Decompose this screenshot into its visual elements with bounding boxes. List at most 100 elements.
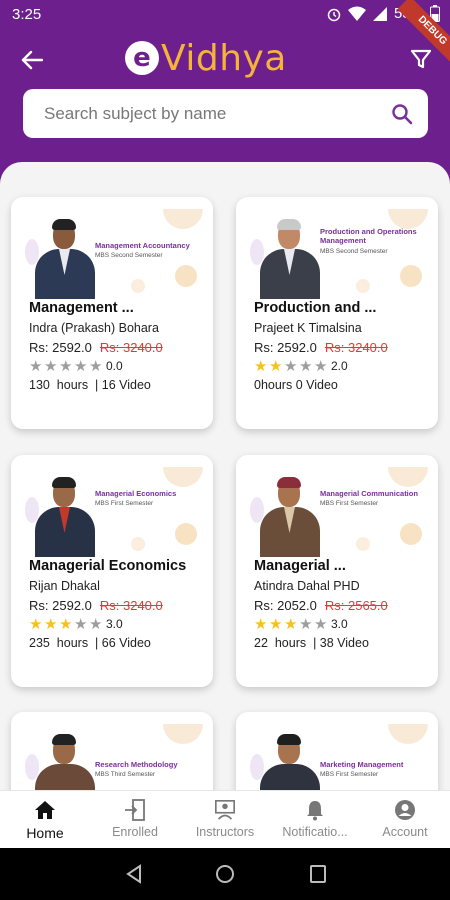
course-title: Managerial Economics <box>29 558 187 574</box>
course-list[interactable]: Management Accountancy MBS Second Semeste… <box>0 162 450 790</box>
bell-icon <box>304 799 326 821</box>
star-icon: ★ <box>284 615 298 633</box>
search-icon[interactable] <box>390 102 414 126</box>
rating-value: 3.0 <box>106 617 123 631</box>
rating-value: 2.0 <box>331 359 348 373</box>
course-duration: 22 hours | 38 Video <box>254 636 369 650</box>
course-duration: 0hours 0 Video <box>254 378 338 392</box>
instructor-photo <box>258 734 322 790</box>
back-button[interactable] <box>16 44 48 76</box>
star-icon: ★ <box>44 615 58 633</box>
back-triangle-icon[interactable] <box>124 864 144 884</box>
star-icon: ★ <box>74 615 88 633</box>
instructor-photo <box>33 477 97 557</box>
banner-title: Marketing Management <box>320 760 404 769</box>
star-icon: ★ <box>254 357 268 375</box>
current-price: Rs: 2592.0 <box>254 340 317 355</box>
course-banner: Managerial Economics MBS First Semester <box>21 467 203 557</box>
star-icon: ★ <box>269 615 283 633</box>
star-icon: ★ <box>29 357 43 375</box>
star-icon: ★ <box>74 357 88 375</box>
course-price: Rs: 2592.0 Rs: 3240.0 <box>29 598 163 613</box>
original-price: Rs: 3240.0 <box>99 598 163 613</box>
course-title: Management ... <box>29 300 134 316</box>
current-price: Rs: 2592.0 <box>29 340 92 355</box>
nav-instructors[interactable]: Instructors <box>180 791 270 848</box>
bottom-navigation: Home Enrolled Instructors Notificatio...… <box>0 790 450 848</box>
star-icon: ★ <box>254 615 268 633</box>
star-icon: ★ <box>29 615 43 633</box>
star-icon: ★ <box>284 357 298 375</box>
original-price: Rs: 2565.0 <box>324 598 388 613</box>
banner-subtitle: MBS Third Semester <box>95 771 156 779</box>
banner-subtitle: MBS Second Semester <box>95 252 163 260</box>
course-title: Production and ... <box>254 300 377 316</box>
nav-label: Home <box>26 825 64 841</box>
instructor-photo <box>33 734 97 790</box>
star-icon: ★ <box>44 357 58 375</box>
nav-label: Notificatio... <box>282 825 348 839</box>
banner-title: Management Accountancy <box>95 241 190 250</box>
course-rating: ★ ★ ★ ★ ★ 2.0 <box>254 358 348 374</box>
nav-label: Instructors <box>195 825 255 839</box>
signal-icon <box>372 6 387 21</box>
recents-square-icon[interactable] <box>309 864 327 884</box>
course-banner: Research Methodology MBS Third Semester <box>21 724 203 790</box>
search-bar <box>23 89 428 138</box>
nav-account[interactable]: Account <box>360 791 450 848</box>
nav-enrolled[interactable]: Enrolled <box>90 791 180 848</box>
star-icon: ★ <box>299 357 313 375</box>
filter-button[interactable] <box>406 44 436 74</box>
star-icon: ★ <box>89 615 103 633</box>
course-card[interactable]: Research Methodology MBS Third Semester <box>11 712 213 790</box>
course-price: Rs: 2052.0 Rs: 2565.0 <box>254 598 388 613</box>
instructor-photo <box>258 477 322 557</box>
app-header: e Vidhya DEBUG <box>0 0 450 90</box>
course-title: Managerial ... <box>254 558 346 574</box>
nav-notifications[interactable]: Notificatio... <box>270 791 360 848</box>
course-card[interactable]: Marketing Management MBS First Semester <box>236 712 438 790</box>
logo-word: Vidhya <box>161 37 287 79</box>
course-instructor: Prajeet K Timalsina <box>254 321 362 335</box>
account-icon <box>394 799 416 821</box>
course-banner: Management Accountancy MBS Second Semeste… <box>21 209 203 299</box>
banner-subtitle: MBS First Semester <box>320 771 379 779</box>
course-instructor: Rijan Dhakal <box>29 579 100 593</box>
status-time: 3:25 <box>12 6 42 23</box>
search-input[interactable] <box>44 103 390 124</box>
arrow-left-icon <box>21 50 43 70</box>
star-icon: ★ <box>314 357 328 375</box>
course-price: Rs: 2592.0 Rs: 3240.0 <box>254 340 388 355</box>
course-card[interactable]: Management Accountancy MBS Second Semeste… <box>11 197 213 429</box>
nav-home[interactable]: Home <box>0 791 90 848</box>
rating-value: 3.0 <box>331 617 348 631</box>
course-banner: Production and Operations Management MBS … <box>246 209 428 299</box>
home-circle-icon[interactable] <box>215 864 235 884</box>
star-icon: ★ <box>89 357 103 375</box>
course-card[interactable]: Production and Operations Management MBS … <box>236 197 438 429</box>
home-icon <box>34 799 56 821</box>
system-navigation-bar <box>0 848 450 900</box>
course-card[interactable]: Managerial Economics MBS First Semester M… <box>11 455 213 687</box>
app-logo: e Vidhya <box>125 36 287 80</box>
status-bar: 3:25 53% <box>0 0 450 30</box>
course-rating: ★ ★ ★ ★ ★ 0.0 <box>29 358 123 374</box>
course-duration: 235 hours | 66 Video <box>29 636 151 650</box>
course-rating: ★ ★ ★ ★ ★ 3.0 <box>29 616 123 632</box>
star-icon: ★ <box>59 615 73 633</box>
banner-title: Managerial Communication <box>320 489 418 498</box>
original-price: Rs: 3240.0 <box>99 340 163 355</box>
alarm-icon <box>327 8 341 21</box>
course-card[interactable]: Managerial Communication MBS First Semest… <box>236 455 438 687</box>
filter-icon <box>411 49 431 69</box>
original-price: Rs: 3240.0 <box>324 340 388 355</box>
star-icon: ★ <box>59 357 73 375</box>
banner-subtitle: MBS First Semester <box>95 500 154 508</box>
course-banner: Marketing Management MBS First Semester <box>246 724 428 790</box>
nav-label: Enrolled <box>112 825 158 839</box>
banner-subtitle: MBS Second Semester <box>320 247 388 255</box>
instructors-icon <box>214 799 236 821</box>
star-icon: ★ <box>299 615 313 633</box>
current-price: Rs: 2052.0 <box>254 598 317 613</box>
current-price: Rs: 2592.0 <box>29 598 92 613</box>
